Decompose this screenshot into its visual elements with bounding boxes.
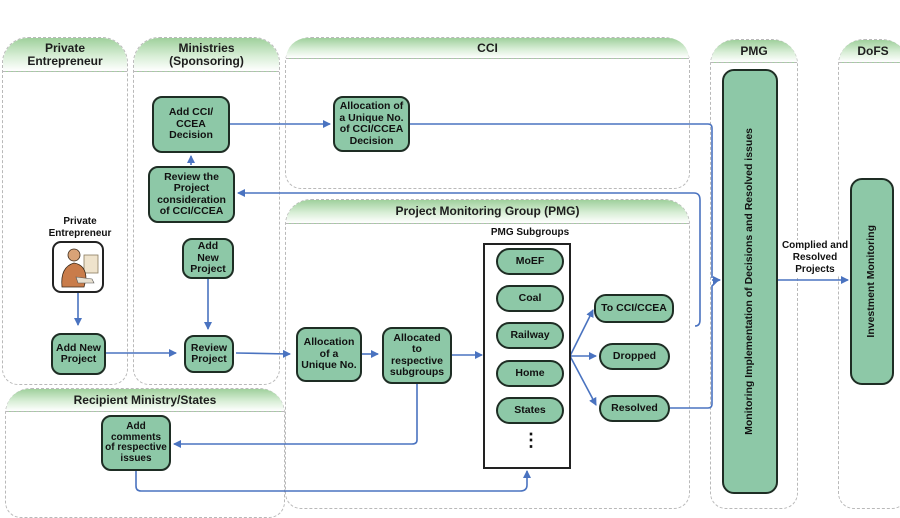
monitoring-implementation-node[interactable]: Monitoring Implementation of Decisions a… (722, 69, 778, 494)
add-cci-decision-node[interactable]: Add CCI/ CCEA Decision (152, 96, 230, 153)
arrow-review-to-allocation (235, 349, 291, 358)
complied-resolved-label: Complied and Resolved Projects (780, 240, 850, 276)
allocation-unique-number-node[interactable]: Allocation of a Unique No. (296, 327, 362, 382)
arrow-subgroups-to-tocci (569, 309, 594, 357)
monitoring-implementation-label: Monitoring Implementation of Decisions a… (743, 128, 756, 435)
investment-monitoring-node[interactable]: Investment Monitoring (850, 178, 894, 385)
arrow-subgroups-to-resolved (569, 355, 597, 406)
subgroup-home[interactable]: Home (496, 360, 564, 387)
investment-monitoring-label: Investment Monitoring (865, 225, 878, 338)
allocated-subgroups-node[interactable]: Allocated to respective subgroups (382, 327, 452, 384)
subgroup-moef[interactable]: MoEF (496, 248, 564, 275)
arrow-allocated-to-comments (173, 384, 418, 448)
arrow-comments-to-subgroups (135, 470, 531, 492)
review-consideration-node[interactable]: Review the Project consideration of CCI/… (148, 166, 235, 223)
to-cci-ccea-node[interactable]: To CCI/CCEA (594, 294, 674, 323)
dropped-node[interactable]: Dropped (599, 343, 670, 370)
private-entrepreneur-label: Private Entrepreneur (48, 216, 112, 239)
arrow-resolved-to-monitoring (670, 279, 719, 409)
subgroup-coal[interactable]: Coal (496, 285, 564, 312)
add-comments-node[interactable]: Add comments of respective issues (101, 415, 171, 471)
private-add-new-project-node[interactable]: Add New Project (51, 333, 106, 375)
pmg-subgroups-label: PMG Subgroups (490, 227, 570, 238)
ministry-add-new-project-node[interactable]: Add New Project (182, 238, 234, 279)
more-subgroups-ellipsis: ⋮ (522, 430, 540, 450)
entrepreneur-person-icon (52, 241, 104, 293)
resolved-node[interactable]: Resolved (599, 395, 670, 422)
allocation-cci-number-node[interactable]: Allocation of a Unique No. of CCI/CCEA D… (333, 96, 410, 152)
subgroup-railway[interactable]: Railway (496, 322, 564, 349)
review-project-node[interactable]: Review Project (184, 335, 234, 373)
subgroup-states[interactable]: States (496, 397, 564, 424)
